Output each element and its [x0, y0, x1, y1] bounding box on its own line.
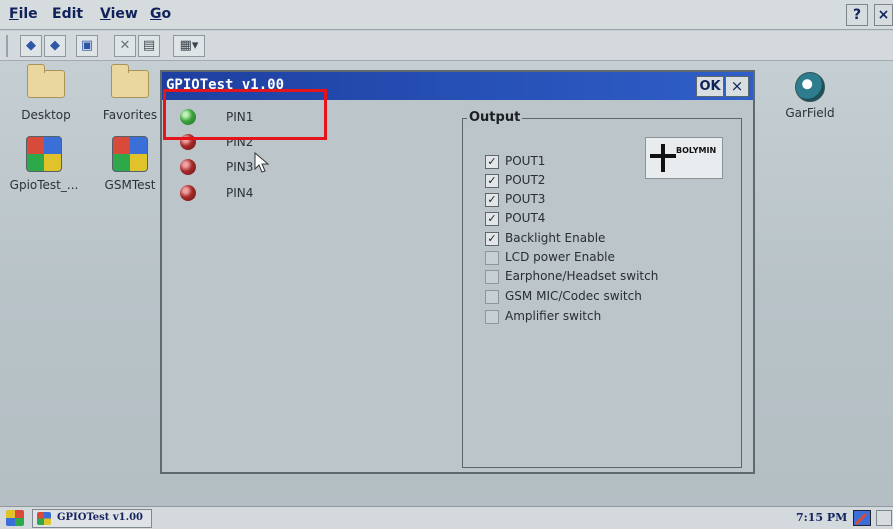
checkbox-label: GSM MIC/Codec switch [505, 289, 642, 303]
check-icon: ✓ [485, 174, 499, 188]
taskbar: GPIOTest v1.00 7:15 PM [0, 506, 893, 529]
pin-label: PIN4 [226, 186, 254, 200]
checkbox-earphone-headset-switch[interactable]: Earphone/Headset switch [485, 268, 725, 287]
checkbox-label: Earphone/Headset switch [505, 269, 659, 283]
taskbar-item-label: GPIOTest v1.00 [57, 512, 144, 523]
output-groupbox: Output BOLYMIN ✓ POUT1 ✓ POUT2 ✓ POUT3 ✓… [462, 110, 742, 468]
toolbar: ◆ ◆ ▣ ✕ ▤ ▦▾ [0, 31, 893, 61]
checkbox-label: POUT1 [505, 154, 546, 168]
check-icon: ✓ [485, 212, 499, 226]
folder-icon [27, 64, 65, 98]
mouse-cursor-icon [254, 152, 270, 173]
desktop-icon-desktop[interactable]: Desktop [4, 64, 88, 122]
menu-go-label: o [161, 6, 172, 22]
forward-icon[interactable]: ◆ [44, 35, 66, 57]
pen-icon [854, 512, 868, 526]
close-explorer-button[interactable]: × [874, 4, 893, 26]
app-icon [26, 136, 62, 172]
toolbar-grip[interactable] [6, 35, 8, 57]
checkbox-gsm-mic-codec-switch[interactable]: GSM MIC/Codec switch [485, 288, 725, 307]
checkbox-label: POUT2 [505, 173, 546, 187]
menu-view[interactable]: View [100, 6, 138, 22]
annotation-highlight-box [163, 89, 327, 140]
checkbox-lcd-power-enable[interactable]: LCD power Enable [485, 249, 725, 268]
media-icon [795, 72, 825, 102]
checkbox-backlight-enable[interactable]: ✓ Backlight Enable [485, 230, 725, 249]
checkbox-label: Backlight Enable [505, 231, 606, 245]
output-group-title: Output [467, 110, 523, 125]
back-icon[interactable]: ◆ [20, 35, 42, 57]
app-icon [112, 136, 148, 172]
desktop-show-icon[interactable] [853, 510, 871, 526]
check-icon: ✓ [485, 155, 499, 169]
desktop-icon-label: GarField [785, 106, 835, 120]
unchecked-box-icon [485, 290, 499, 304]
menu-view-label: iew [110, 6, 138, 22]
menu-bar: File Edit View Go ? × [0, 0, 893, 30]
checkbox-label: LCD power Enable [505, 250, 615, 264]
led-off-icon [180, 185, 196, 201]
desktop-icon-gpiotest[interactable]: GpioTest_... [2, 136, 86, 192]
checkbox-label: Amplifier switch [505, 309, 602, 323]
menu-file-label: ile [18, 6, 38, 22]
dialog-close-button[interactable]: × [725, 76, 749, 97]
delete-icon[interactable]: ✕ [114, 35, 136, 57]
check-icon: ✓ [485, 232, 499, 246]
menu-file-accesskey: F [9, 6, 19, 22]
view-menu-icon[interactable]: ▦▾ [173, 35, 205, 57]
led-off-icon [180, 159, 196, 175]
check-icon: ✓ [485, 193, 499, 207]
folder-icon [111, 64, 149, 98]
menu-go-accesskey: G [150, 6, 162, 22]
desktop-icon-garfield[interactable]: GarField [768, 72, 852, 120]
menu-go[interactable]: Go [150, 6, 171, 22]
start-icon[interactable] [6, 510, 24, 526]
app-icon [37, 512, 51, 525]
unchecked-box-icon [485, 270, 499, 284]
checkbox-pout1[interactable]: ✓ POUT1 [485, 153, 725, 172]
desktop-icon-label: GpioTest_... [9, 178, 79, 192]
menu-file[interactable]: File [9, 6, 38, 22]
menu-edit-label: Edit [52, 6, 84, 22]
checkbox-pout2[interactable]: ✓ POUT2 [485, 172, 725, 191]
unchecked-box-icon [485, 310, 499, 324]
taskbar-item-gpiotest[interactable]: GPIOTest v1.00 [32, 509, 152, 528]
pin-label: PIN3 [226, 160, 254, 174]
unchecked-box-icon [485, 251, 499, 265]
menu-view-accesskey: V [100, 6, 111, 22]
checkbox-amplifier-switch[interactable]: Amplifier switch [485, 308, 725, 327]
menu-edit[interactable]: Edit [52, 6, 83, 22]
ok-button[interactable]: OK [696, 76, 724, 97]
chevron-down-icon: ▾ [191, 38, 199, 53]
checkbox-pout4[interactable]: ✓ POUT4 [485, 210, 725, 229]
checkbox-label: POUT3 [505, 192, 546, 206]
up-folder-icon[interactable]: ▣ [76, 35, 98, 57]
checkbox-label: POUT4 [505, 211, 546, 225]
help-button[interactable]: ? [846, 4, 868, 26]
clock[interactable]: 7:15 PM [796, 511, 847, 524]
checkbox-pout3[interactable]: ✓ POUT3 [485, 191, 725, 210]
pin-row-4: PIN4 [180, 182, 350, 206]
desktop-icon-label: Desktop [21, 108, 71, 122]
keyboard-icon[interactable] [876, 510, 892, 526]
properties-icon[interactable]: ▤ [138, 35, 160, 57]
